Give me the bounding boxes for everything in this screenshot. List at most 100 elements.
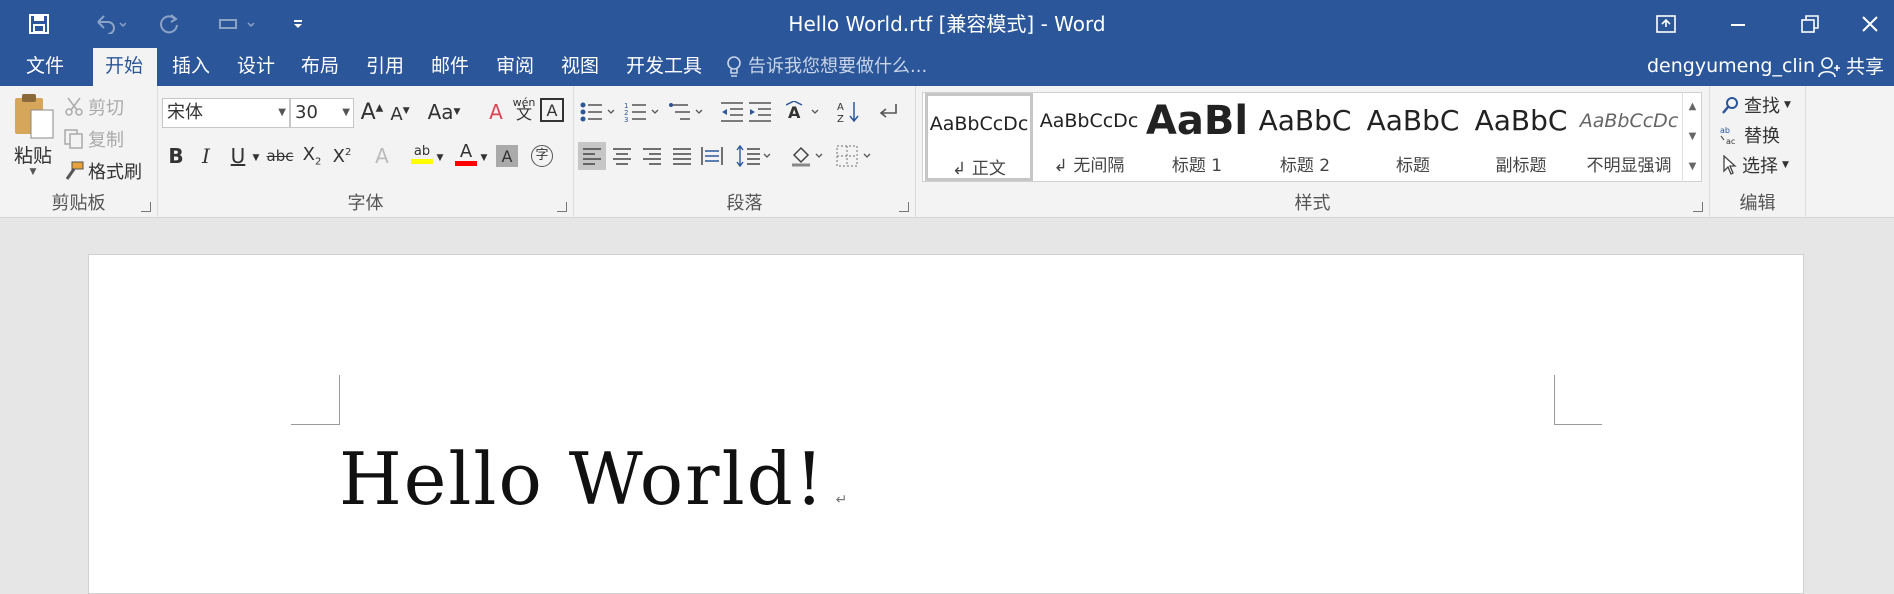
restore-button[interactable]	[1774, 0, 1846, 48]
character-shading-button[interactable]: A	[496, 145, 518, 167]
style-heading-1[interactable]: AaBl 标题 1	[1143, 93, 1251, 181]
editing-group: 查找 ▼ ab ac 替换 选择 ▼ 编辑	[1710, 86, 1806, 218]
minimize-button[interactable]	[1702, 0, 1774, 48]
tab-layout[interactable]: 布局	[289, 48, 351, 86]
enclose-characters-button[interactable]: 字	[528, 142, 556, 170]
justify-button[interactable]	[668, 142, 696, 170]
underline-dropdown[interactable]: ▼	[250, 144, 262, 172]
styles-gallery-scroll: ▲ ▼ ▼	[1682, 92, 1702, 182]
replace-button[interactable]: ab ac 替换	[1720, 122, 1780, 148]
subscript-button[interactable]: X2	[298, 142, 326, 170]
search-icon	[1722, 97, 1738, 114]
bullets-button[interactable]	[578, 98, 618, 126]
svg-text:Z: Z	[837, 114, 844, 124]
align-center-button[interactable]	[608, 142, 636, 170]
clear-formatting-button[interactable]: A	[482, 98, 510, 126]
strikethrough-button[interactable]: abc	[266, 142, 294, 170]
crop-mark-top-left-horizontal	[291, 424, 339, 425]
tab-developer[interactable]: 开发工具	[614, 48, 714, 86]
font-color-button[interactable]: A	[452, 140, 480, 168]
multilevel-list-button[interactable]	[666, 98, 706, 126]
shrink-font-button[interactable]: A▼	[386, 100, 414, 128]
chinese-layout-button[interactable]: A	[784, 98, 824, 126]
save-button[interactable]	[0, 0, 78, 48]
italic-button[interactable]: I	[192, 142, 220, 170]
style-no-spacing[interactable]: AaBbCcDc ↲ 无间隔	[1035, 93, 1143, 181]
tab-review[interactable]: 审阅	[484, 48, 546, 86]
close-button[interactable]	[1846, 0, 1894, 48]
tab-mailings[interactable]: 邮件	[419, 48, 481, 86]
style-sample: AaBbC	[1474, 104, 1568, 137]
text-effects-button[interactable]: A	[368, 142, 396, 170]
style-subtitle[interactable]: AaBbC 副标题	[1467, 93, 1575, 181]
undo-button[interactable]	[78, 0, 142, 48]
touch-mode-button[interactable]	[198, 0, 278, 48]
paste-button[interactable]: 粘贴 ▼	[8, 92, 58, 184]
scroll-down-icon[interactable]: ▼	[1683, 122, 1702, 152]
superscript-button[interactable]: X2	[328, 142, 356, 170]
cut-button[interactable]: 剪切	[64, 94, 124, 120]
sort-button[interactable]: AZ	[834, 98, 862, 126]
font-launcher-icon[interactable]	[557, 202, 567, 212]
font-group-label: 字体	[347, 193, 384, 214]
redo-button[interactable]	[142, 0, 198, 48]
window-controls	[1630, 0, 1894, 48]
borders-button[interactable]	[834, 142, 874, 170]
format-painter-button[interactable]: 格式刷	[64, 158, 142, 184]
user-account[interactable]: dengyumeng_clin	[1647, 48, 1815, 86]
decrease-indent-button[interactable]	[718, 98, 746, 126]
distributed-button[interactable]	[698, 142, 726, 170]
style-title[interactable]: AaBbC 标题	[1359, 93, 1467, 181]
align-right-button[interactable]	[638, 142, 666, 170]
tab-insert[interactable]: 插入	[160, 48, 222, 86]
replace-icon: ab ac	[1720, 126, 1735, 145]
document-canvas[interactable]: Hello World! ↵	[0, 219, 1894, 594]
underline-button[interactable]: U	[224, 142, 252, 170]
line-spacing-button[interactable]	[734, 142, 774, 170]
style-heading-2[interactable]: AaBbC 标题 2	[1251, 93, 1359, 181]
share-button[interactable]: 共享	[1818, 48, 1884, 86]
numbering-button[interactable]: 123	[622, 98, 662, 126]
tell-me-box[interactable]: 告诉我您想要做什么...	[726, 48, 927, 86]
style-normal[interactable]: AaBbCcDc ↲ 正文	[925, 93, 1033, 181]
font-color-dropdown[interactable]: ▼	[478, 144, 490, 172]
customize-qat-button[interactable]	[278, 0, 318, 48]
ribbon-display-options-button[interactable]	[1630, 0, 1702, 48]
tab-file[interactable]: 文件	[14, 48, 76, 86]
document-body-text[interactable]: Hello World! ↵	[339, 437, 847, 521]
bullet-list-icon	[580, 102, 615, 122]
clipboard-launcher-icon[interactable]	[141, 202, 151, 212]
font-name-combo[interactable]: 宋体 ▼	[162, 98, 290, 128]
select-button[interactable]: 选择 ▼	[1722, 152, 1789, 178]
grow-font-button[interactable]: A▲	[358, 98, 386, 126]
character-border-button[interactable]: A	[540, 98, 564, 122]
tab-design[interactable]: 设计	[225, 48, 287, 86]
bold-button[interactable]: B	[162, 142, 190, 170]
document-page[interactable]: Hello World! ↵	[88, 254, 1804, 594]
find-button[interactable]: 查找 ▼	[1722, 92, 1791, 118]
styles-launcher-icon[interactable]	[1693, 202, 1703, 212]
increase-indent-icon	[749, 102, 771, 122]
highlight-dropdown[interactable]: ▼	[434, 144, 446, 172]
paragraph-launcher-icon[interactable]	[899, 202, 909, 212]
shading-button[interactable]	[788, 142, 828, 170]
show-hide-marks-button[interactable]	[874, 98, 902, 126]
scroll-up-icon[interactable]: ▲	[1683, 92, 1702, 122]
phonetic-guide-button[interactable]: wén 文	[510, 94, 538, 122]
title-bar: Hello World.rtf [兼容模式] - Word	[0, 0, 1894, 48]
save-icon	[29, 14, 49, 34]
highlight-button[interactable]: ab	[408, 140, 436, 168]
superscript-icon: X2	[332, 145, 352, 167]
tab-view[interactable]: 视图	[549, 48, 611, 86]
more-styles-icon[interactable]: ▼	[1683, 152, 1702, 182]
phonetic-guide-icon: 文	[515, 104, 532, 123]
tab-home[interactable]: 开始	[93, 48, 157, 86]
tab-references[interactable]: 引用	[354, 48, 416, 86]
style-subtle-emphasis[interactable]: AaBbCcDc 不明显强调	[1575, 93, 1683, 181]
copy-button[interactable]: 复制	[64, 126, 124, 152]
font-size-combo[interactable]: 30 ▼	[290, 98, 354, 128]
increase-indent-button[interactable]	[746, 98, 774, 126]
align-left-button[interactable]	[578, 142, 606, 170]
chevron-down-icon: ▼	[1782, 160, 1789, 170]
change-case-button[interactable]: Aa ▼	[422, 98, 466, 126]
